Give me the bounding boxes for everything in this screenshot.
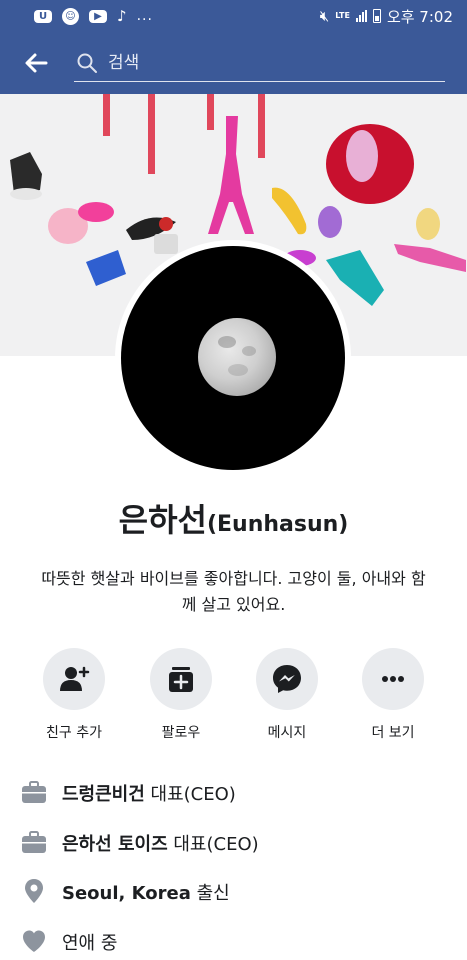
status-bar: U ☺ ▶ ♪ ... 🔇︎ LTE 오후 7:02	[0, 0, 467, 32]
profile-name-latin: (Eunhasun)	[206, 512, 349, 537]
follow-button[interactable]: 팔로우	[131, 648, 231, 742]
heart-icon	[23, 930, 45, 952]
info-work-1-text: 드렁큰비건 대표(CEO)	[62, 780, 236, 806]
tiktok-icon: ♪	[117, 7, 127, 25]
info-hometown-place[interactable]: Seoul, Korea	[62, 883, 191, 904]
info-work-2-text: 은하선 토이즈 대표(CEO)	[62, 830, 259, 856]
profile-picture-image	[121, 246, 345, 470]
search-input[interactable]	[108, 48, 438, 78]
status-app-icons: U ☺ ▶ ♪ ...	[34, 7, 153, 25]
message-label: 메시지	[267, 725, 307, 741]
network-type: LTE	[335, 11, 350, 20]
face-icon: ☺	[62, 7, 79, 25]
info-work-1-role: 대표(CEO)	[144, 784, 236, 805]
more-icon	[362, 648, 424, 710]
info-work-2-role: 대표(CEO)	[167, 834, 259, 855]
briefcase-icon	[22, 781, 46, 803]
messenger-icon: U	[34, 9, 52, 23]
battery-icon	[372, 9, 381, 23]
info-hometown-text: Seoul, Korea 출신	[62, 879, 230, 905]
search-box[interactable]	[74, 46, 445, 82]
more-button[interactable]: 더 보기	[343, 648, 443, 742]
back-button[interactable]	[22, 49, 50, 77]
mute-icon: 🔇︎	[319, 7, 330, 25]
messenger-icon	[256, 648, 318, 710]
info-relationship-text: 연애 중	[62, 933, 118, 954]
search-header	[0, 32, 467, 94]
info-hometown[interactable]: Seoul, Korea 출신	[0, 871, 467, 911]
profile-actions: 친구 추가 팔로우 메시지 더 보기	[0, 648, 467, 744]
clock: 오후 7:02	[386, 7, 453, 26]
info-work-1-company[interactable]: 드렁큰비건	[62, 784, 145, 805]
back-arrow-icon	[25, 53, 48, 73]
status-indicators: 🔇︎ LTE 오후 7:02	[320, 6, 453, 27]
profile-bio: 따뜻한 햇살과 바이브를 좋아합니다. 고양이 둘, 아내와 함께 살고 있어요…	[41, 569, 426, 614]
add-friend-label: 친구 추가	[46, 725, 102, 741]
profile-name: 은하선(Eunhasun)	[0, 495, 467, 541]
more-notifications: ...	[136, 8, 153, 24]
info-work-1[interactable]: 드렁큰비건 대표(CEO)	[0, 772, 467, 812]
follow-label: 팔로우	[161, 725, 201, 741]
signal-icon	[355, 10, 367, 22]
info-work-2-company[interactable]: 은하선 토이즈	[62, 834, 168, 855]
moon-image	[198, 318, 276, 396]
location-pin-icon	[25, 879, 43, 903]
info-work-2[interactable]: 은하선 토이즈 대표(CEO)	[0, 822, 467, 862]
follow-icon	[150, 648, 212, 710]
info-relationship[interactable]: 연애 중	[0, 921, 467, 960]
info-hometown-suffix: 출신	[190, 883, 230, 904]
more-label: 더 보기	[371, 725, 415, 741]
briefcase-icon	[22, 831, 46, 853]
youtube-icon: ▶	[89, 9, 107, 23]
profile-picture[interactable]	[115, 240, 351, 476]
message-button[interactable]: 메시지	[237, 648, 337, 742]
add-friend-icon	[43, 648, 105, 710]
add-friend-button[interactable]: 친구 추가	[24, 648, 124, 742]
search-icon	[77, 53, 97, 73]
profile-name-korean: 은하선	[118, 501, 207, 539]
